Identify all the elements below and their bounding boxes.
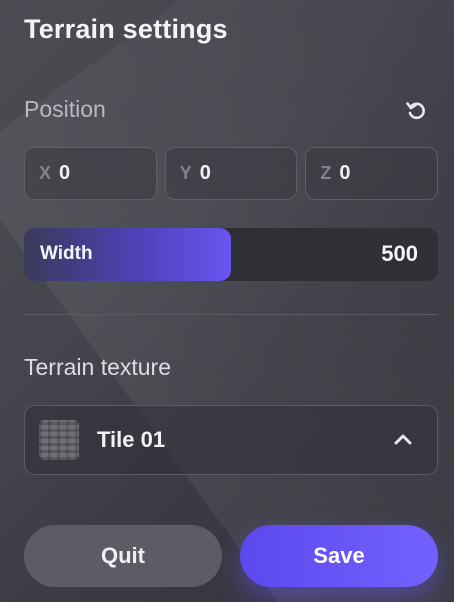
terrain-texture-label: Terrain texture <box>24 354 172 380</box>
section-divider <box>24 314 438 315</box>
axis-y-label: Y <box>179 163 192 183</box>
axis-z-label: Z <box>320 163 332 183</box>
position-label: Position <box>24 96 106 122</box>
axis-x-label: X <box>39 163 52 183</box>
position-y-value: 0 <box>199 162 211 184</box>
width-slider[interactable]: Width 500 <box>24 228 438 281</box>
position-x-input[interactable]: X 0 <box>24 147 157 200</box>
width-slider-value: 500 <box>381 241 418 266</box>
position-y-input[interactable]: Y 0 <box>164 147 298 200</box>
width-slider-label: Width <box>40 243 93 264</box>
reset-rotate-icon <box>406 102 425 120</box>
quit-button[interactable]: Quit <box>24 525 222 587</box>
terrain-texture-select[interactable]: Tile 01 <box>24 405 438 475</box>
position-z-input[interactable]: Z 0 <box>305 147 439 200</box>
terrain-settings-panel: Terrain settings Position X 0 Y 0 Z 0 Wi… <box>0 0 454 602</box>
position-x-value: 0 <box>59 162 71 184</box>
position-fields: X 0 Y 0 Z 0 <box>24 147 439 200</box>
panel-title: Terrain settings <box>24 14 228 44</box>
reset-position-button[interactable] <box>402 96 430 124</box>
tile-texture-thumbnail <box>39 420 79 460</box>
chevron-up-icon <box>394 434 412 445</box>
terrain-texture-value: Tile 01 <box>97 427 166 452</box>
save-button[interactable]: Save <box>240 525 438 587</box>
position-z-value: 0 <box>339 162 351 184</box>
